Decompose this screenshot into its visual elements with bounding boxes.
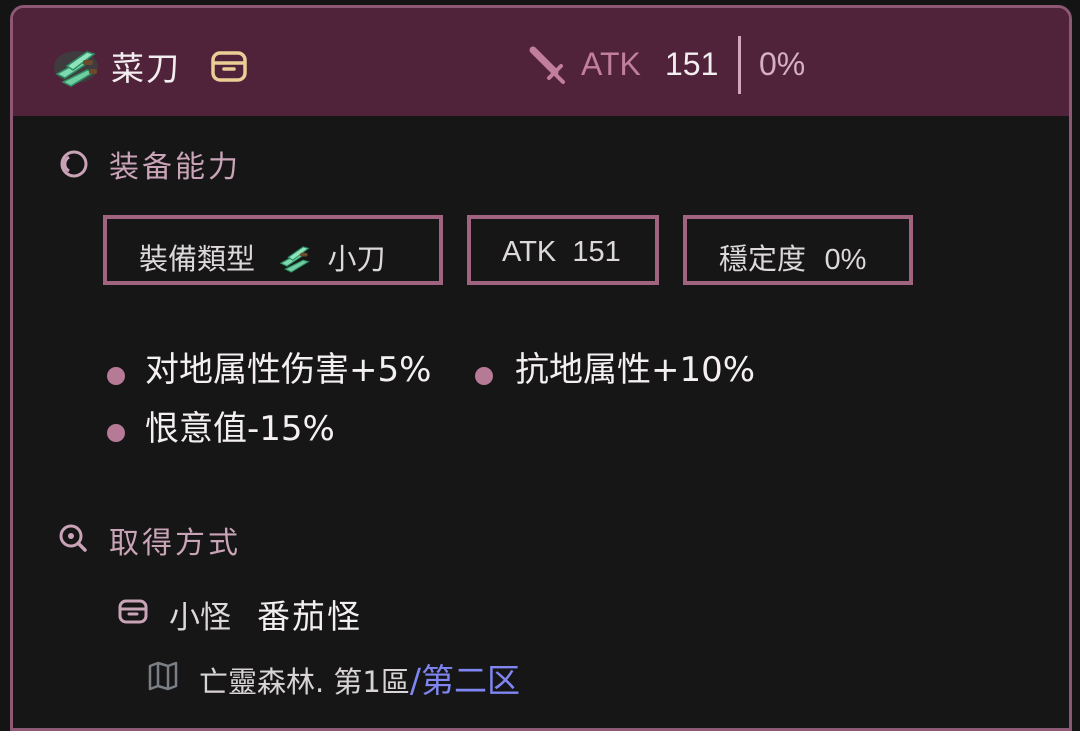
item-header: 菜刀 ATK 151 0% — [13, 8, 1069, 116]
ring-icon — [60, 150, 88, 178]
stability-pill: 穩定度 0% — [683, 215, 913, 285]
equip-type-pill: 裝備類型 小刀 — [103, 215, 443, 285]
property-item: 对地属性伤害+5% — [145, 350, 432, 390]
pill-stability-label: 穩定度 — [719, 242, 807, 276]
atk-label: ATK — [581, 46, 641, 82]
pill-stability-value: 0% — [824, 244, 867, 276]
equip-type-label: 裝備類型 — [139, 242, 256, 276]
search-icon — [59, 524, 87, 552]
equip-section-title: 装备能力 — [109, 150, 241, 185]
item-name: 菜刀 — [111, 49, 181, 88]
source-monster-name[interactable]: 番茄怪 — [257, 590, 362, 638]
equip-type-value: 小刀 — [327, 242, 386, 276]
property-bullet — [107, 424, 125, 442]
atk-pill: ATK 151 — [467, 215, 659, 285]
stability-value: 0% — [759, 46, 806, 82]
property-bullet — [475, 367, 493, 385]
atk-value: 151 — [665, 46, 719, 82]
source-section-title: 取得方式 — [109, 526, 241, 561]
source-type: 小怪 — [169, 600, 231, 636]
pill-atk-label: ATK — [502, 236, 557, 268]
pill-atk-value: 151 — [572, 236, 621, 268]
sword-icon — [529, 46, 565, 84]
header-divider — [738, 36, 741, 94]
knife-icon — [54, 51, 98, 87]
property-item: 抗地属性+10% — [515, 350, 756, 390]
source-location-link[interactable]: /第二区 — [410, 661, 520, 700]
knife-icon — [279, 246, 310, 273]
property-item: 恨意值-15% — [145, 409, 335, 449]
treasure-bag-icon — [118, 599, 148, 624]
source-location: 亡靈森林. 第1區/第二区 — [199, 654, 520, 702]
map-icon — [148, 661, 178, 691]
property-bullet — [107, 367, 125, 385]
treasure-bag-icon[interactable] — [209, 46, 249, 86]
item-detail-card: 菜刀 ATK 151 0% 装备能力 裝備類型 小刀 ATK 151 穩定度 0… — [10, 5, 1072, 731]
source-location-text: 亡靈森林. 第1區 — [199, 665, 410, 699]
